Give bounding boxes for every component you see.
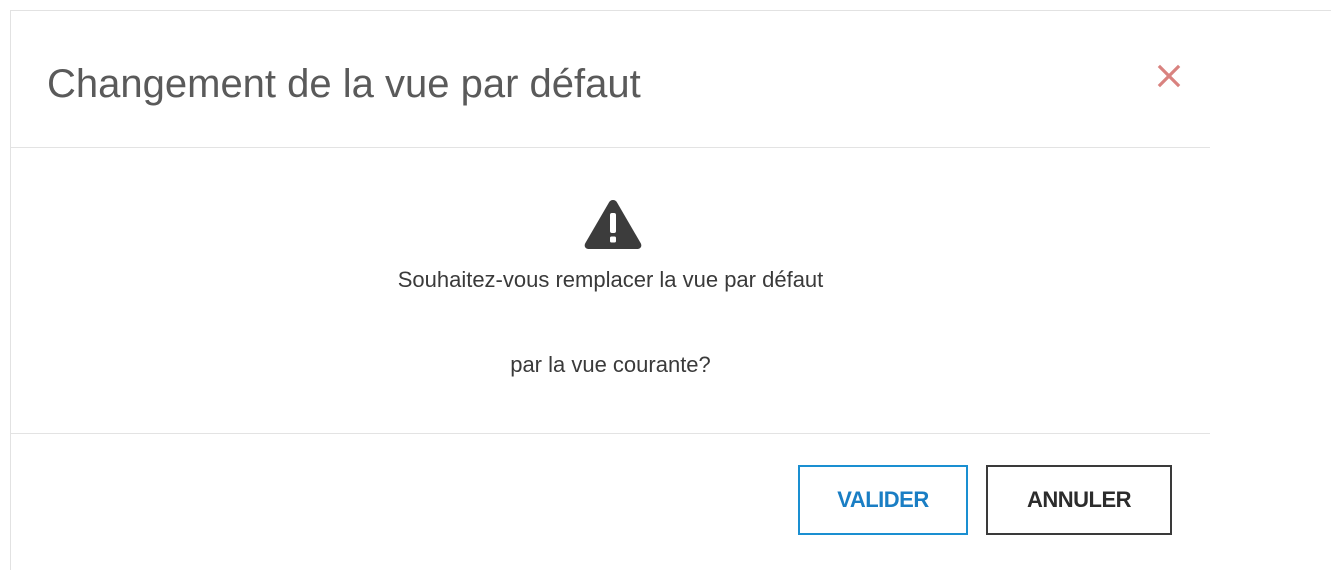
dialog-body: Souhaitez-vous remplacer la vue par défa… — [11, 148, 1210, 434]
cancel-button[interactable]: ANNULER — [986, 465, 1172, 535]
validate-button[interactable]: VALIDER — [798, 465, 968, 535]
warning-icon — [584, 200, 642, 249]
dialog-title: Changement de la vue par défaut — [47, 62, 641, 106]
dialog-message-line1: Souhaitez-vous remplacer la vue par défa… — [397, 267, 824, 292]
dialog-header: Changement de la vue par défaut — [11, 11, 1210, 148]
dialog-message-line2: par la vue courante? — [510, 352, 711, 377]
default-view-dialog: Changement de la vue par défaut Souhaite… — [10, 10, 1331, 570]
dialog-footer: VALIDER ANNULER — [11, 434, 1210, 571]
close-icon — [1157, 64, 1181, 88]
close-button[interactable] — [1151, 58, 1187, 94]
